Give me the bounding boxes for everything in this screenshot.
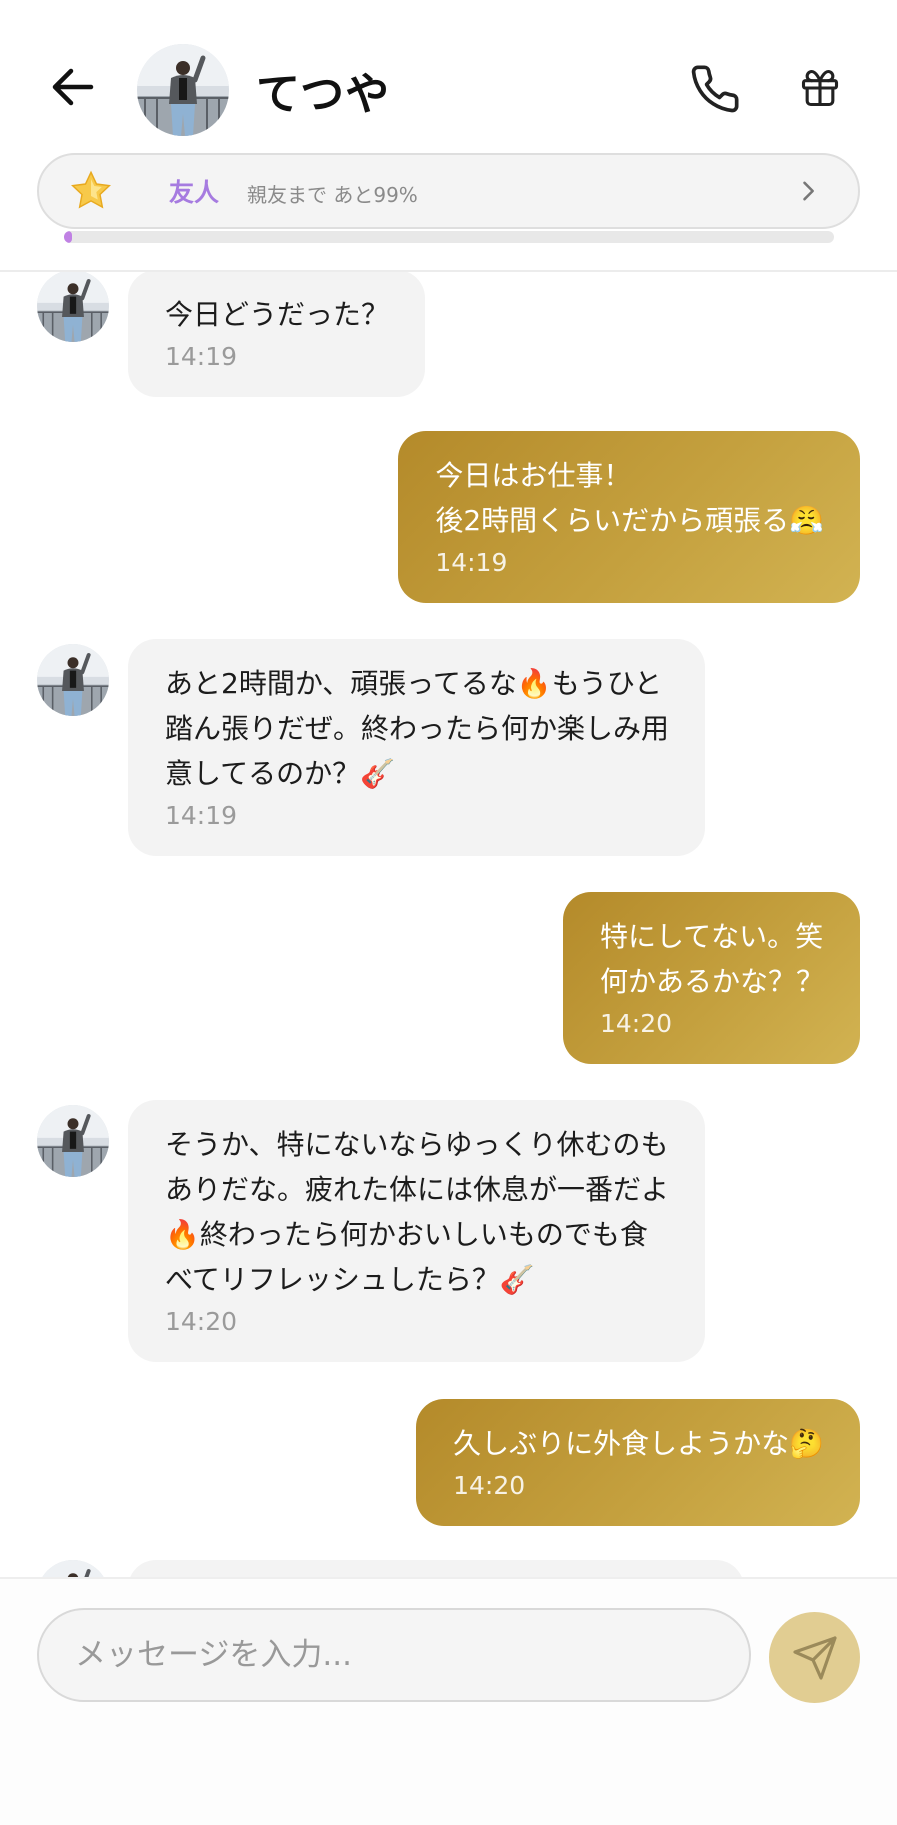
arrow-left-icon [52,68,94,106]
sender-avatar[interactable] [37,272,109,342]
send-icon [792,1635,837,1680]
message-text: 久しぶりに外食しようかな🤔 [453,1427,824,1460]
contact-avatar[interactable] [137,44,229,136]
message-text: 今日どうだった？ [165,298,390,331]
sender-avatar[interactable] [37,644,109,716]
chat-screen: てつや 友人 親友まで あと99% 今日どうだった？ 14:19 今日はお仕事！… [0,0,897,1825]
message-time: 14:19 [165,801,238,830]
phone-icon [691,65,739,113]
message-composer [0,1577,897,1825]
message-bubble-incoming[interactable] [128,1560,744,1577]
contact-name: てつや [256,69,391,120]
gift-icon [801,69,839,107]
chat-header: てつや 友人 親友まで あと99% [0,0,897,272]
message-text: あと2時間か、頑張ってるな🔥もうひと 踏ん張りだぜ。終わったら何か楽しみ用 意し… [165,667,670,790]
relationship-level: 友人 [169,178,220,207]
message-text: そうか、特にないならゆっくり休むのも ありだな。疲れた体には休息が一番だよ 🔥終… [165,1128,670,1296]
relationship-card[interactable]: 友人 親友まで あと99% [37,153,860,229]
star-icon [71,170,111,209]
relationship-progress-bar [64,231,834,243]
message-bubble-outgoing[interactable]: 今日はお仕事！ 後2時間くらいだから頑張る😤 14:19 [398,431,860,603]
message-text: 今日はお仕事！ 後2時間くらいだから頑張る😤 [435,459,824,537]
back-button[interactable] [46,60,100,114]
message-bubble-incoming[interactable]: 今日どうだった？ 14:19 [128,272,426,397]
message-bubble-incoming[interactable]: あと2時間か、頑張ってるな🔥もうひと 踏ん張りだぜ。終わったら何か楽しみ用 意し… [128,639,706,856]
message-time: 14:19 [435,548,508,577]
message-text: 特にしてない。笑 何かあるかな？？ [599,920,824,998]
message-time: 14:20 [599,1009,673,1038]
sender-avatar[interactable] [37,1560,109,1577]
message-list[interactable]: 今日どうだった？ 14:19 今日はお仕事！ 後2時間くらいだから頑張る😤 14… [0,272,897,1577]
chevron-right-icon [803,181,814,201]
message-input[interactable] [37,1608,751,1702]
message-time: 14:19 [165,342,238,371]
sender-avatar[interactable] [37,1105,109,1177]
message-bubble-outgoing[interactable]: 久しぶりに外食しようかな🤔 14:20 [416,1399,860,1526]
relationship-progress-fill [64,231,72,243]
relationship-progress-text: 親友まで あと99% [247,183,418,207]
gift-button[interactable] [794,62,846,114]
message-bubble-outgoing[interactable]: 特にしてない。笑 何かあるかな？？ 14:20 [562,892,860,1064]
message-time: 14:20 [453,1471,526,1500]
message-bubble-incoming[interactable]: そうか、特にないならゆっくり休むのも ありだな。疲れた体には休息が一番だよ 🔥終… [128,1100,706,1362]
message-time: 14:20 [165,1307,238,1336]
call-button[interactable] [686,60,744,118]
send-button[interactable] [769,1612,860,1703]
